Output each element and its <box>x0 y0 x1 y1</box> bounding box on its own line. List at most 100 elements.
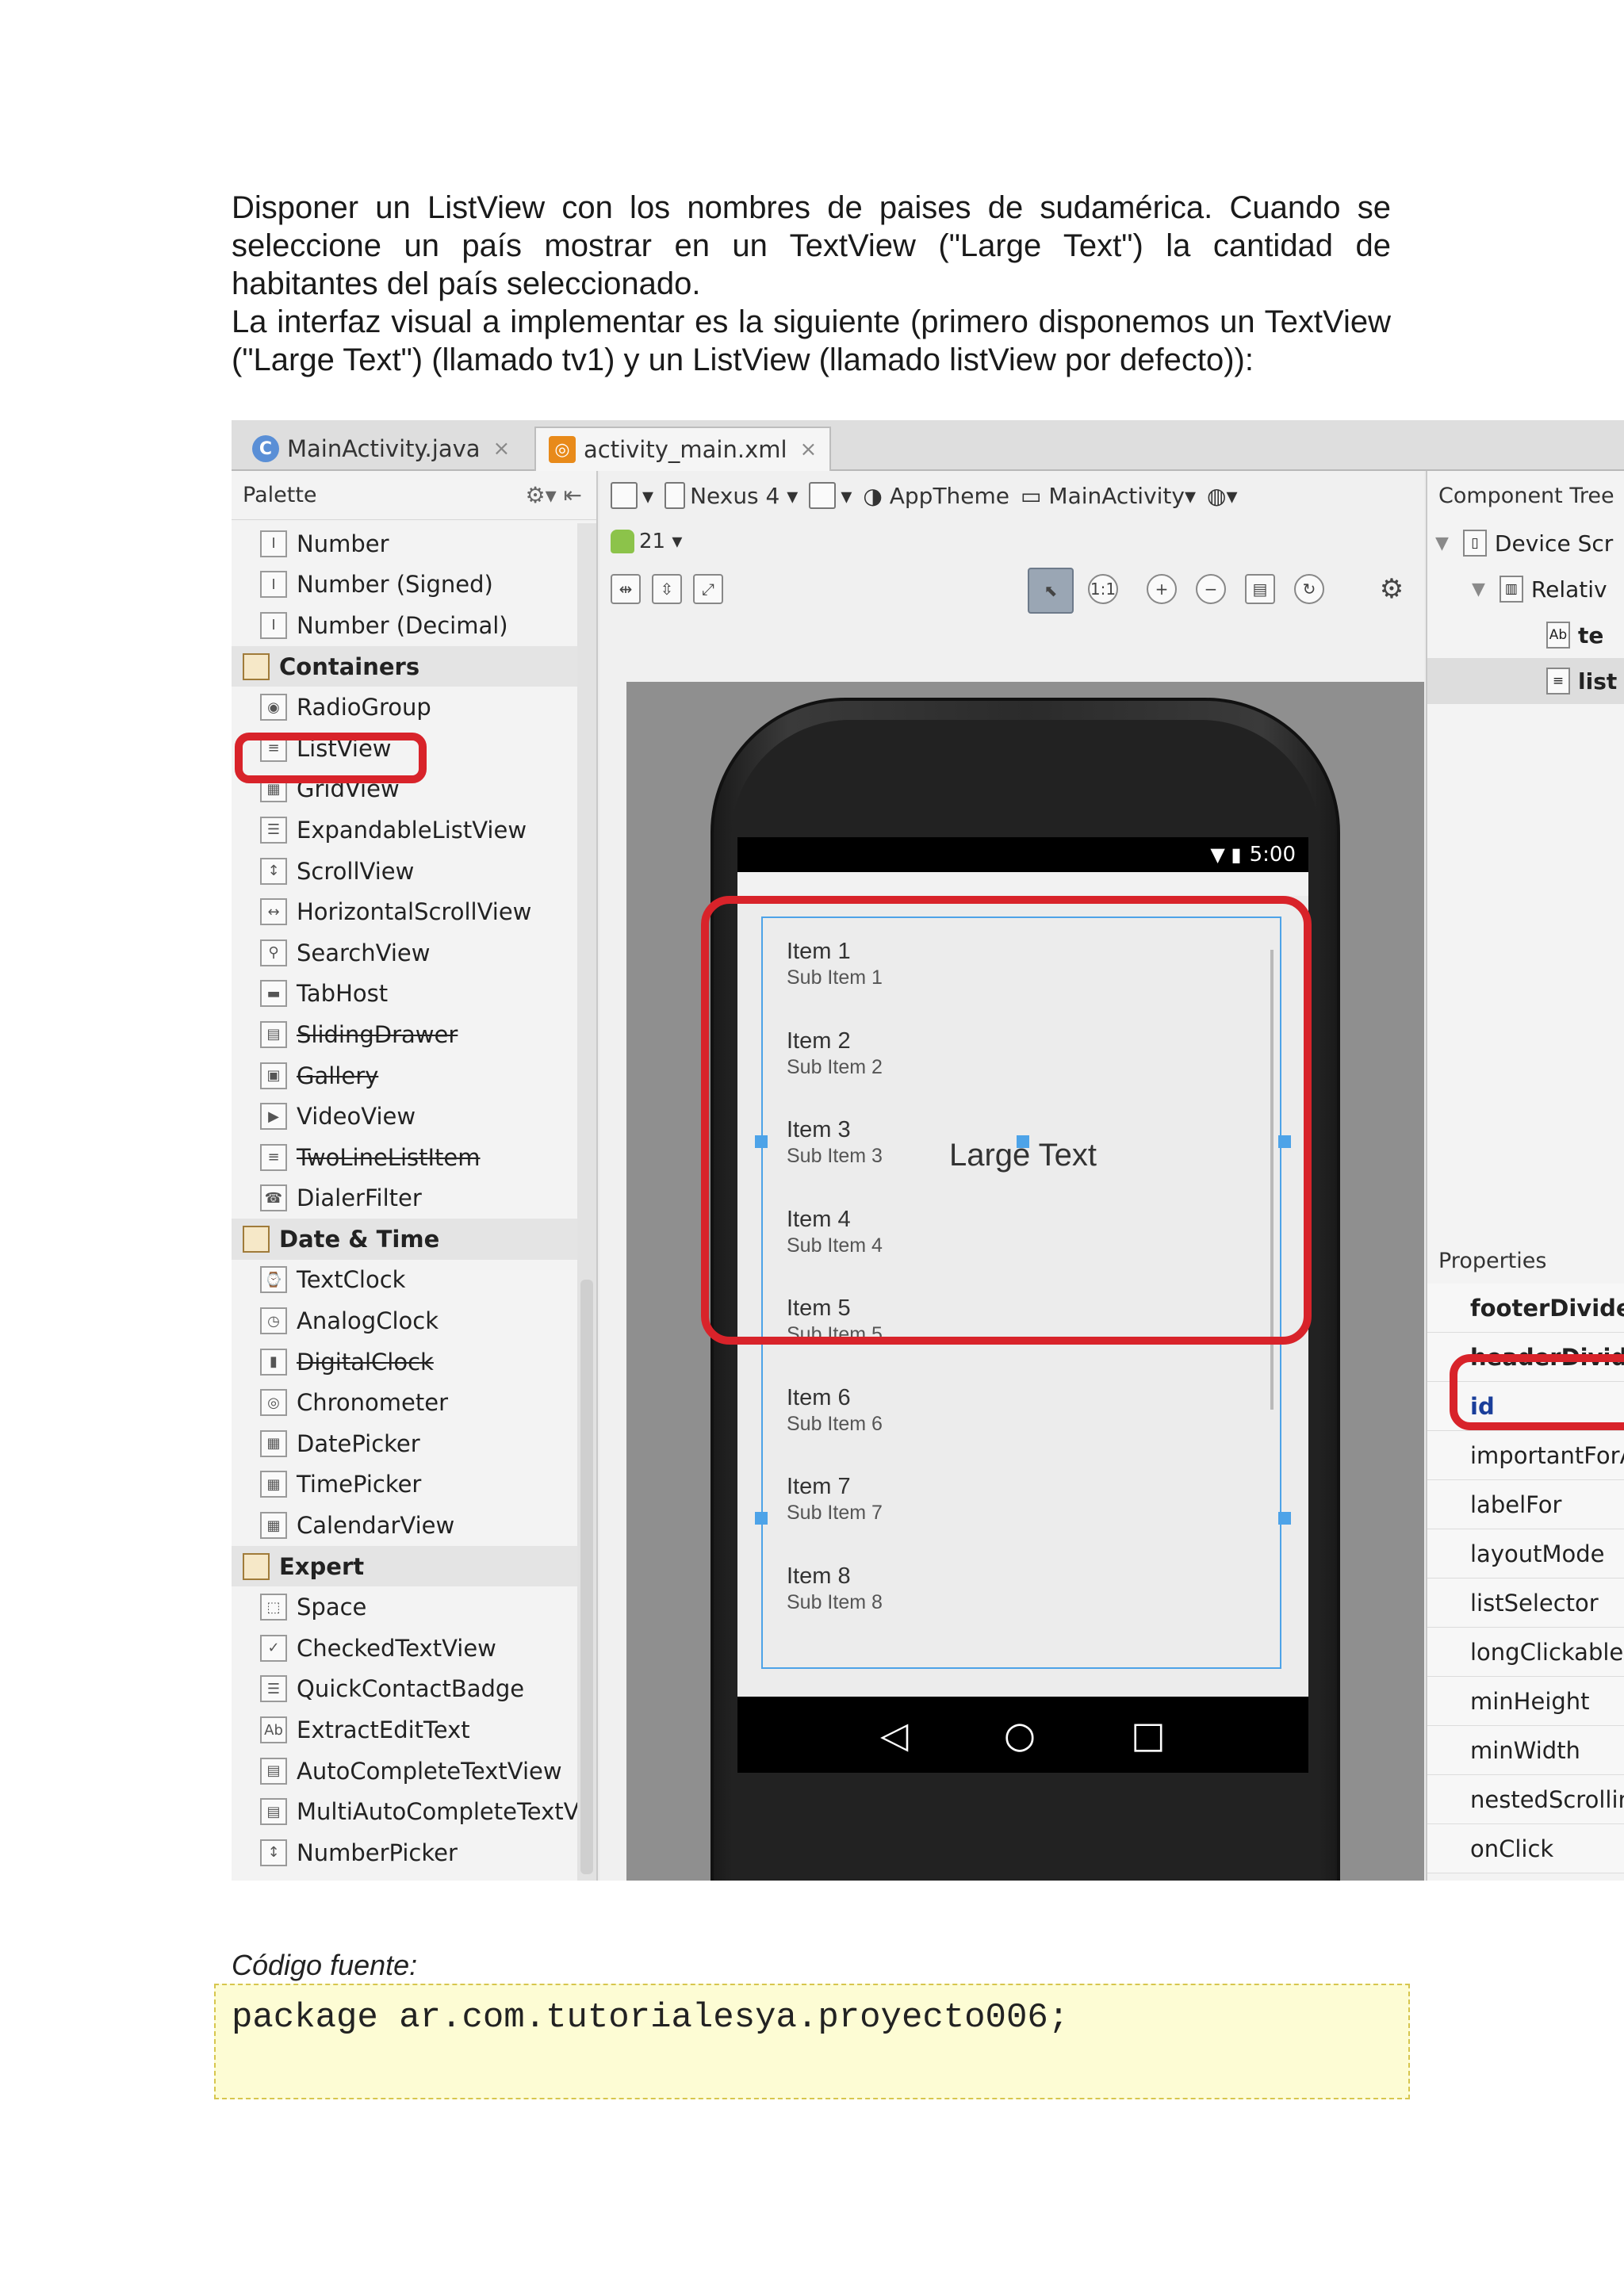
palette-item-label: VideoView <box>297 1103 416 1131</box>
back-icon[interactable]: ◁ <box>880 1713 908 1756</box>
palette-item[interactable]: ▬ TabHost <box>232 974 580 1015</box>
palette-item[interactable]: ⬚ Space <box>232 1586 580 1628</box>
palette-item[interactable]: ▤ MultiAutoCompleteTextV <box>232 1791 580 1832</box>
close-icon[interactable]: × <box>493 437 511 461</box>
screenshot-icon[interactable]: ▤ <box>1245 574 1275 604</box>
widget-icon: ▦ <box>260 1471 287 1498</box>
palette-item[interactable]: ☎ DialerFilter <box>232 1178 580 1219</box>
ide-screenshot: C MainActivity.java × ◎ activity_main.xm… <box>232 420 1624 1881</box>
palette-item[interactable]: ☰ ExpandableListView <box>232 809 580 851</box>
palette-item[interactable]: ↕ ScrollView <box>232 851 580 892</box>
palette-item[interactable]: I Number (Decimal) <box>232 605 580 646</box>
widget-icon: ▶ <box>260 1103 287 1131</box>
palette-item[interactable]: ↔ HorizontalScrollView <box>232 891 580 932</box>
list-item-subtitle: Sub Item 8 <box>787 1590 883 1613</box>
property-row[interactable]: labelFor <box>1427 1480 1624 1529</box>
palette-item[interactable]: ◎ Chronometer <box>232 1382 580 1423</box>
widget-icon: ▤ <box>260 1757 287 1785</box>
property-row[interactable]: longClickable <box>1427 1628 1624 1677</box>
home-icon[interactable]: ○ <box>1004 1713 1036 1756</box>
highlight-id-property <box>1450 1354 1624 1430</box>
activity-button[interactable]: ▭ MainActivity ▾ <box>1021 483 1196 509</box>
palette-item[interactable]: ✓ CheckedTextView <box>232 1628 580 1669</box>
palette-item-label: RadioGroup <box>297 694 431 721</box>
palette-item[interactable]: I Number <box>232 523 580 564</box>
settings-icon[interactable]: ⚙ <box>1377 573 1407 605</box>
palette-item-label: Number (Signed) <box>297 571 493 599</box>
fit-width-icon[interactable]: ⇹ <box>611 574 641 604</box>
palette-category[interactable]: Expert <box>232 1545 580 1587</box>
fit-both-icon[interactable]: ⤢ <box>693 574 723 604</box>
property-row[interactable]: listSelector <box>1427 1578 1624 1628</box>
select-tool-icon[interactable]: ⬉ <box>1028 568 1074 614</box>
component-tree-node[interactable]: ▼ ▥ Relativ <box>1427 566 1624 612</box>
zoom-out-icon[interactable]: − <box>1196 574 1226 604</box>
api-level-button[interactable]: 21 ▾ <box>611 530 682 553</box>
api-level-label: 21 <box>639 530 666 553</box>
palette-item-label: Expert <box>279 1552 365 1580</box>
zoom-actual-icon[interactable]: 1:1 <box>1088 574 1118 604</box>
orientation-button[interactable]: ▾ <box>809 482 852 509</box>
globe-icon: ◍ <box>1207 482 1227 509</box>
tab-mainactivity-java[interactable]: C MainActivity.java × <box>239 427 523 471</box>
palette-item-label: TextClock <box>297 1266 406 1294</box>
device-select-button[interactable]: Nexus 4 ▾ <box>665 482 798 509</box>
list-item[interactable]: Item 7 Sub Item 7 <box>787 1474 883 1525</box>
gear-icon[interactable]: ⚙▾ ⇤ <box>525 482 582 508</box>
property-row[interactable]: minHeight <box>1427 1677 1624 1726</box>
expand-arrow-icon[interactable]: ▼ <box>1435 534 1449 553</box>
property-row[interactable]: layoutMode <box>1427 1529 1624 1578</box>
highlight-listview-palette <box>235 733 427 783</box>
component-tree-node[interactable]: ≡ list <box>1427 658 1624 704</box>
palette-scroll-thumb[interactable] <box>580 1280 593 1874</box>
property-row[interactable]: minWidth <box>1427 1726 1624 1775</box>
refresh-icon[interactable]: ↻ <box>1294 574 1324 604</box>
palette-item[interactable]: ▶ VideoView <box>232 1096 580 1137</box>
palette-item[interactable]: ▦ CalendarView <box>232 1505 580 1546</box>
palette-item[interactable]: ⌚ TextClock <box>232 1260 580 1301</box>
locale-button[interactable]: ◍ ▾ <box>1207 483 1238 509</box>
property-row[interactable]: footerDivider <box>1427 1284 1624 1333</box>
palette-item[interactable]: ≡ TwoLineListItem <box>232 1137 580 1178</box>
property-row[interactable]: importantForA <box>1427 1431 1624 1480</box>
widget-icon: I <box>260 571 287 599</box>
resize-handle[interactable] <box>1278 1511 1291 1525</box>
list-item[interactable]: Item 6 Sub Item 6 <box>787 1385 883 1436</box>
list-item[interactable]: Item 8 Sub Item 8 <box>787 1563 883 1614</box>
palette-item[interactable]: ▦ DatePicker <box>232 1423 580 1464</box>
palette-item[interactable]: ☰ QuickContactBadge <box>232 1669 580 1710</box>
widget-icon: ≡ <box>260 1143 287 1171</box>
expand-arrow-icon[interactable]: ▼ <box>1472 580 1485 599</box>
widget-icon: ▦ <box>260 1512 287 1540</box>
palette-item[interactable]: I Number (Signed) <box>232 564 580 606</box>
palette-item-label: DialerFilter <box>297 1184 422 1212</box>
palette-item[interactable]: ▦ TimePicker <box>232 1464 580 1506</box>
property-row[interactable]: onClick <box>1427 1824 1624 1873</box>
palette-category[interactable]: Containers <box>232 645 580 687</box>
component-tree-node[interactable]: ▼ ▯ Device Scr <box>1427 520 1624 566</box>
fit-height-icon[interactable]: ⇳ <box>652 574 682 604</box>
palette-item[interactable]: ▣ Gallery <box>232 1055 580 1096</box>
property-row[interactable]: nestedScrollin <box>1427 1775 1624 1824</box>
palette-item[interactable]: Ab ExtractEditText <box>232 1709 580 1751</box>
recents-icon[interactable]: □ <box>1131 1713 1165 1756</box>
palette-category[interactable]: Date & Time <box>232 1219 580 1260</box>
palette-item[interactable]: ▤ SlidingDrawer <box>232 1014 580 1055</box>
tab-activity-main-xml[interactable]: ◎ activity_main.xml × <box>534 427 832 471</box>
close-icon[interactable]: × <box>800 438 818 461</box>
palette-item[interactable]: ⚲ SearchView <box>232 932 580 974</box>
resize-handle[interactable] <box>755 1511 768 1525</box>
palette-item[interactable]: ▮ DigitalClock <box>232 1341 580 1383</box>
theme-button[interactable]: ◑ AppTheme <box>863 483 1009 509</box>
device-in-editor-button[interactable]: ▾ <box>611 482 653 509</box>
palette-item[interactable]: ↕ NumberPicker <box>232 1832 580 1873</box>
component-tree-node[interactable]: Ab te <box>1427 612 1624 658</box>
widget-icon: ☰ <box>260 816 287 844</box>
palette-item-label: MultiAutoCompleteTextV <box>297 1798 580 1826</box>
list-item-subtitle: Sub Item 7 <box>787 1502 883 1524</box>
zoom-in-icon[interactable]: + <box>1147 574 1177 604</box>
palette-item[interactable]: ▤ AutoCompleteTextView <box>232 1751 580 1792</box>
palette-item[interactable]: ◷ AnalogClock <box>232 1300 580 1341</box>
palette-item[interactable]: ◉ RadioGroup <box>232 687 580 728</box>
theme-icon: ◑ <box>863 482 883 509</box>
